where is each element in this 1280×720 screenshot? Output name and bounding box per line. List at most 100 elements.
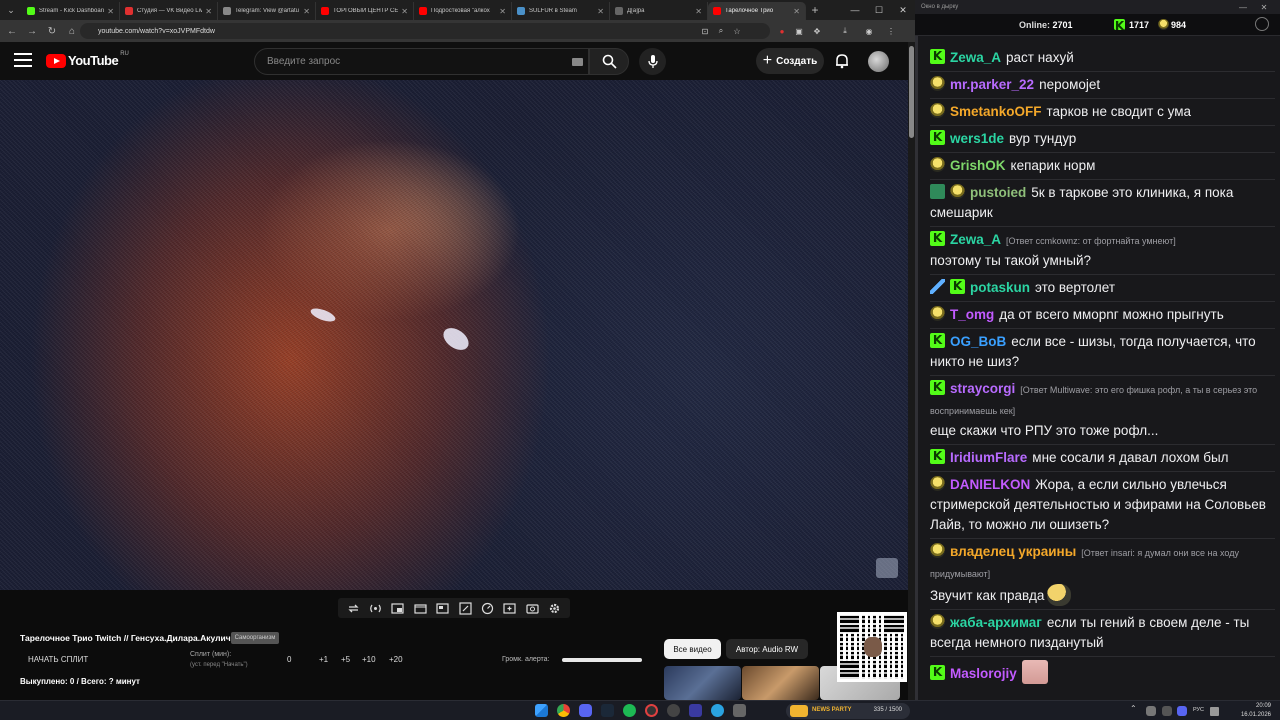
start-windows-icon[interactable]	[535, 704, 548, 717]
tab-close-icon[interactable]: ✕	[597, 7, 604, 16]
split-add-20-button[interactable]: +20	[389, 655, 403, 664]
page-scrollbar-thumb[interactable]	[909, 46, 914, 138]
account-avatar[interactable]	[868, 51, 889, 72]
chat-username[interactable]: владелец украины	[950, 544, 1076, 559]
home-icon[interactable]: ⌂	[62, 20, 82, 42]
tab-search-icon[interactable]: ⌄	[0, 0, 22, 20]
chat-scrollbar[interactable]	[915, 36, 918, 700]
frame-icon[interactable]	[436, 601, 450, 615]
volume-icon[interactable]	[1210, 707, 1219, 716]
split-add-5-button[interactable]: +5	[341, 655, 350, 664]
forward-icon[interactable]: →	[22, 20, 42, 42]
channel-watermark[interactable]	[876, 558, 898, 578]
video-thumbnail[interactable]	[664, 666, 741, 700]
voice-search-button[interactable]	[639, 48, 666, 75]
back-icon[interactable]: ←	[2, 20, 22, 42]
tray-app-icon[interactable]	[1162, 706, 1172, 716]
add-clip-icon[interactable]	[503, 601, 517, 615]
tab-close-icon[interactable]: ✕	[303, 7, 310, 16]
browser-tab[interactable]: ТОРГОВЫЙ ЦЕНТР СЕ ✕	[316, 2, 414, 20]
create-button[interactable]: + Создать	[756, 48, 824, 74]
close-icon[interactable]: ✕	[891, 0, 915, 20]
tab-close-icon[interactable]: ✕	[499, 7, 506, 16]
loop-icon[interactable]	[346, 601, 360, 615]
resize-icon[interactable]	[458, 601, 472, 615]
video-player[interactable]	[0, 80, 908, 590]
download-icon[interactable]: ⤓	[838, 23, 852, 39]
browser-tab[interactable]: Д[а]ра ✕	[610, 2, 708, 20]
browser-tab[interactable]: Студия — VK Видео Live ✕	[120, 2, 218, 20]
extension-record-icon[interactable]: ●	[775, 23, 789, 39]
chat-username[interactable]: pustoied	[970, 185, 1026, 200]
browser-tab[interactable]: Telegram: View @artatu ✕	[218, 2, 316, 20]
donation-qr-code[interactable]	[837, 612, 907, 682]
tab-close-icon[interactable]: ✕	[695, 7, 702, 16]
reload-icon[interactable]: ↻	[42, 20, 62, 42]
browser-tab[interactable]: Тарелочное Трио ✕	[708, 2, 806, 20]
extensions-puzzle-icon[interactable]: ✥	[810, 23, 824, 39]
app-icon[interactable]	[645, 704, 658, 717]
chat-username[interactable]: IridiumFlare	[950, 450, 1027, 465]
app-icon[interactable]	[733, 704, 746, 717]
browser-tab[interactable]: Подростковая "алкох ✕	[414, 2, 512, 20]
bookmark-star-icon[interactable]: ☆	[730, 23, 744, 39]
install-icon[interactable]: ⊡	[698, 23, 712, 39]
video-thumbnail[interactable]	[742, 666, 819, 700]
notifications-bell-icon[interactable]	[834, 53, 850, 69]
chat-username[interactable]: T_omg	[950, 307, 994, 322]
discord-icon[interactable]	[579, 704, 592, 717]
speed-gauge-icon[interactable]	[481, 601, 495, 615]
chat-reply-reference[interactable]: [Ответ ccmkownz: от фортнайта умнеют]	[1006, 236, 1176, 246]
chat-username[interactable]: straycorgi	[950, 381, 1015, 396]
youtube-logo[interactable]: YouTube RU	[46, 51, 129, 68]
tab-close-icon[interactable]: ✕	[401, 7, 408, 16]
chat-username[interactable]: жаба-архимаг	[950, 615, 1042, 630]
split-add-10-button[interactable]: +10	[362, 655, 376, 664]
all-videos-chip[interactable]: Все видео	[664, 639, 721, 659]
page-scrollbar[interactable]	[908, 42, 915, 700]
broadcast-icon[interactable]	[369, 601, 383, 615]
tab-close-icon[interactable]: ✕	[107, 7, 114, 16]
search-button[interactable]	[589, 48, 629, 75]
chat-username[interactable]: Maslorojiy	[950, 666, 1017, 681]
cinema-icon[interactable]	[413, 601, 427, 615]
split-add-1-button[interactable]: +1	[319, 655, 328, 664]
obs-icon[interactable]	[667, 704, 680, 717]
screenshot-camera-icon[interactable]	[525, 601, 539, 615]
alert-volume-slider[interactable]	[562, 658, 642, 662]
settings-gear-icon[interactable]	[548, 601, 562, 615]
new-tab-icon[interactable]: +	[806, 3, 824, 17]
tab-close-icon[interactable]: ✕	[793, 7, 800, 16]
chat-username[interactable]: Zewa_A	[950, 232, 1001, 247]
author-chip[interactable]: Автор: Audio RW	[726, 639, 808, 659]
tab-close-icon[interactable]: ✕	[205, 7, 212, 16]
news-party-widget[interactable]: NEWS PARTY 335 / 1500	[786, 703, 910, 719]
zoom-icon[interactable]: ⌕	[714, 23, 728, 39]
minimize-icon[interactable]: —	[843, 0, 867, 20]
keyboard-language[interactable]: РУС	[1193, 707, 1204, 713]
chat-username[interactable]: OG_BoB	[950, 334, 1006, 349]
hamburger-menu-icon[interactable]	[14, 53, 32, 69]
chat-settings-icon[interactable]	[1255, 17, 1269, 31]
profile-icon[interactable]: ◉	[862, 23, 876, 39]
chat-username[interactable]: wers1de	[950, 131, 1004, 146]
keyboard-icon[interactable]	[572, 58, 583, 66]
browser-tab[interactable]: SULFUR в Steam ✕	[512, 2, 610, 20]
clock[interactable]: 20:09 16.01.2026	[1229, 702, 1271, 720]
chat-username[interactable]: mr.parker_22	[950, 77, 1034, 92]
browser-menu-icon[interactable]: ⋮	[884, 23, 898, 39]
browser-tab[interactable]: Stream - Kick Dashboard ✕	[22, 2, 120, 20]
search-input[interactable]: Введите запрос	[254, 48, 589, 75]
maximize-icon[interactable]: ☐	[867, 0, 891, 20]
spotify-icon[interactable]	[623, 704, 636, 717]
chat-username[interactable]: SmetankoOFF	[950, 104, 1042, 119]
picture-in-picture-icon[interactable]	[391, 601, 405, 615]
tray-chevron-icon[interactable]: ⌃	[1130, 704, 1139, 717]
media-player-icon[interactable]	[689, 704, 702, 717]
steam-icon[interactable]	[601, 704, 614, 717]
chat-username[interactable]: Zewa_A	[950, 50, 1001, 65]
url-field[interactable]: youtube.com/watch?v=xoJVPMFdtdw	[80, 23, 770, 39]
chrome-icon[interactable]	[557, 704, 570, 717]
telegram-icon[interactable]	[711, 704, 724, 717]
tray-discord-icon[interactable]	[1177, 706, 1187, 716]
